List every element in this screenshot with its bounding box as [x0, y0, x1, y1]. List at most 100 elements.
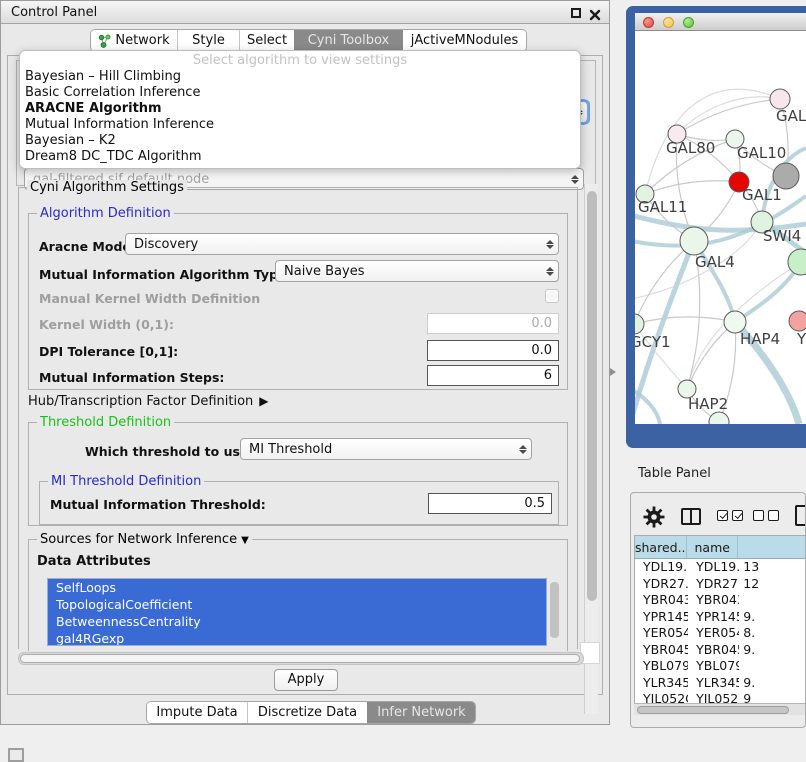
- network-edge[interactable]: [645, 181, 739, 194]
- select-all-checkboxes-icon[interactable]: [717, 510, 743, 521]
- network-edge[interactable]: [687, 322, 735, 389]
- tab-label: jActiveMNodules: [411, 30, 519, 51]
- sources-expander[interactable]: Sources for Network Inference▼: [37, 532, 252, 547]
- table-row[interactable]: YLR345WYLR345W9.: [635, 675, 806, 692]
- scrollbar-thumb[interactable]: [20, 654, 580, 663]
- gear-icon[interactable]: [643, 506, 665, 528]
- tab-infer-network[interactable]: Infer Network: [367, 702, 475, 723]
- scrollbar-thumb[interactable]: [550, 582, 559, 638]
- algorithm-option-bayesian-hill-climbing[interactable]: Bayesian – Hill Climbing: [20, 69, 580, 85]
- table-row[interactable]: YPR145WYPR145W9.: [635, 609, 806, 626]
- hub-definition-expander[interactable]: Hub/Transcription Factor Definition▶: [28, 394, 269, 409]
- network-node-galtop[interactable]: [770, 89, 790, 109]
- tab-label: Discretize Data: [258, 702, 357, 723]
- table-cell: YBR043C: [635, 592, 688, 609]
- network-edge[interactable]: [635, 317, 735, 324]
- dpi-tolerance-field[interactable]: 0.0: [427, 340, 559, 361]
- data-attributes-list[interactable]: SelfLoopsTopologicalCoefficientBetweenne…: [47, 578, 547, 646]
- deselect-all-checkboxes-icon[interactable]: [753, 510, 779, 521]
- table-cell: YPR145W: [688, 609, 739, 626]
- which-threshold-combo[interactable]: MI Threshold: [240, 438, 532, 460]
- network-edge[interactable]: [677, 97, 780, 134]
- network-edge[interactable]: [635, 386, 660, 424]
- table-body: YDL19...YDL19...13YDR27...YDR27...12YBR0…: [635, 559, 806, 703]
- dropdown-placeholder: Select algorithm to view settings: [20, 53, 580, 69]
- document-icon[interactable]: [795, 505, 806, 526]
- minimize-traffic-light-icon[interactable]: [663, 17, 674, 28]
- apply-button[interactable]: Apply: [274, 669, 338, 691]
- kernel-width-label: Kernel Width (0,1):: [39, 317, 174, 332]
- table-header-row[interactable]: shared...name: [635, 536, 806, 559]
- columns-icon[interactable]: [681, 508, 701, 525]
- network-node-salmon[interactable]: [789, 311, 806, 331]
- node-attribute-table: shared...name YDL19...YDL19...13YDR27...…: [634, 535, 806, 703]
- splitter-handle-icon[interactable]: [610, 368, 616, 376]
- network-node-bottom[interactable]: [709, 412, 729, 424]
- table-panel-title: Table Panel: [638, 466, 711, 481]
- combo-text: Discovery: [126, 237, 542, 252]
- aracne-mode-combo[interactable]: Discovery: [125, 233, 559, 255]
- table-cell: YDR27...: [688, 576, 739, 593]
- table-horizontal-scrollbar[interactable]: [634, 703, 806, 715]
- scrollbar-thumb[interactable]: [637, 706, 789, 714]
- table-row[interactable]: YBR045CYBR045C9.: [635, 642, 806, 659]
- control-panel-titlebar[interactable]: Control Panel: [1, 1, 609, 24]
- minimized-panel-icon[interactable]: [8, 748, 24, 762]
- table-row[interactable]: YBR043CYBR043C: [635, 592, 806, 609]
- table-row[interactable]: YER054CYER054C8.: [635, 625, 806, 642]
- table-cell: 12: [739, 576, 806, 593]
- settings-horizontal-scrollbar[interactable]: [18, 652, 584, 665]
- network-window-titlebar[interactable]: [635, 13, 806, 31]
- mi-steps-field[interactable]: 6: [427, 365, 559, 386]
- tab-cyni-toolbox[interactable]: Cyni Toolbox: [294, 30, 402, 51]
- network-node-gcy1[interactable]: [635, 314, 644, 334]
- close-traffic-light-icon[interactable]: [643, 17, 654, 28]
- close-icon[interactable]: [589, 6, 601, 18]
- settings-vertical-scrollbar[interactable]: [584, 184, 598, 714]
- table-cell: YBR045C: [635, 642, 688, 659]
- mi-threshold-field[interactable]: 0.5: [428, 493, 552, 514]
- table-row[interactable]: YBL079WYBL079W: [635, 658, 806, 675]
- combo-stepper-icon: [542, 267, 558, 276]
- manual-kernel-label: Manual Kernel Width Definition: [39, 291, 260, 306]
- mi-type-combo[interactable]: Naive Bayes: [275, 260, 559, 282]
- attribute-item-betweennesscentrality[interactable]: BetweennessCentrality: [48, 613, 546, 630]
- table-row[interactable]: YDL19...YDL19...13: [635, 559, 806, 576]
- tab-jactivemnodules[interactable]: jActiveMNodules: [402, 30, 526, 51]
- attribute-item-selfloops[interactable]: SelfLoops: [48, 579, 546, 596]
- column-header[interactable]: [738, 536, 806, 558]
- group-title: Algorithm Definition: [37, 206, 174, 221]
- algorithm-option-mutual-information-inference[interactable]: Mutual Information Inference: [20, 117, 580, 133]
- algorithm-option-aracne-algorithm[interactable]: ARACNE Algorithm: [20, 101, 580, 117]
- zoom-traffic-light-icon[interactable]: [683, 17, 694, 28]
- attributes-scrollbar[interactable]: [549, 580, 561, 644]
- table-row[interactable]: YDR27...YDR27...12: [635, 576, 806, 593]
- network-edge[interactable]: [677, 99, 780, 134]
- combo-stepper-icon: [515, 445, 531, 454]
- kernel-width-field[interactable]: 0.0: [427, 313, 559, 334]
- expand-arrow-icon: ▶: [259, 394, 268, 408]
- tab-select[interactable]: Select: [239, 30, 294, 51]
- tab-style[interactable]: Style: [177, 30, 239, 51]
- network-canvas[interactable]: GALGAL80GAL10GAL1GAL11SWI4GAL4GCY1HAP4YH…: [635, 31, 806, 424]
- algorithm-option-basic-correlation-inference[interactable]: Basic Correlation Inference: [20, 85, 580, 101]
- network-node-biggreen[interactable]: [788, 249, 806, 275]
- column-header-name[interactable]: name: [687, 536, 737, 558]
- tab-impute-data[interactable]: Impute Data: [147, 702, 247, 723]
- scrollbar-thumb[interactable]: [587, 191, 597, 601]
- node-label-hap2: HAP2: [688, 395, 728, 413]
- attribute-item-topologicalcoefficient[interactable]: TopologicalCoefficient: [48, 596, 546, 613]
- algorithm-option-bayesian-k2[interactable]: Bayesian – K2: [20, 133, 580, 149]
- threshold-definition-group: Threshold Definition Which threshold to …: [28, 422, 568, 526]
- table-row[interactable]: YIL052CYIL052C9: [635, 691, 806, 703]
- network-node-gal4[interactable]: [680, 227, 708, 255]
- mi-steps-label: Mutual Information Steps:: [39, 370, 224, 385]
- tab-discretize-data[interactable]: Discretize Data: [247, 702, 367, 723]
- manual-kernel-checkbox[interactable]: [545, 289, 559, 303]
- attribute-item-gal4rgexp[interactable]: gal4RGexp: [48, 630, 546, 646]
- float-icon[interactable]: [571, 8, 581, 18]
- tab-network[interactable]: Network: [91, 30, 177, 51]
- algorithm-option-dream8-dc-tdc-algorithm[interactable]: Dream8 DC_TDC Algorithm: [20, 149, 580, 165]
- column-header-shared[interactable]: shared...: [635, 536, 687, 558]
- table-cell: YLR345W: [688, 675, 739, 692]
